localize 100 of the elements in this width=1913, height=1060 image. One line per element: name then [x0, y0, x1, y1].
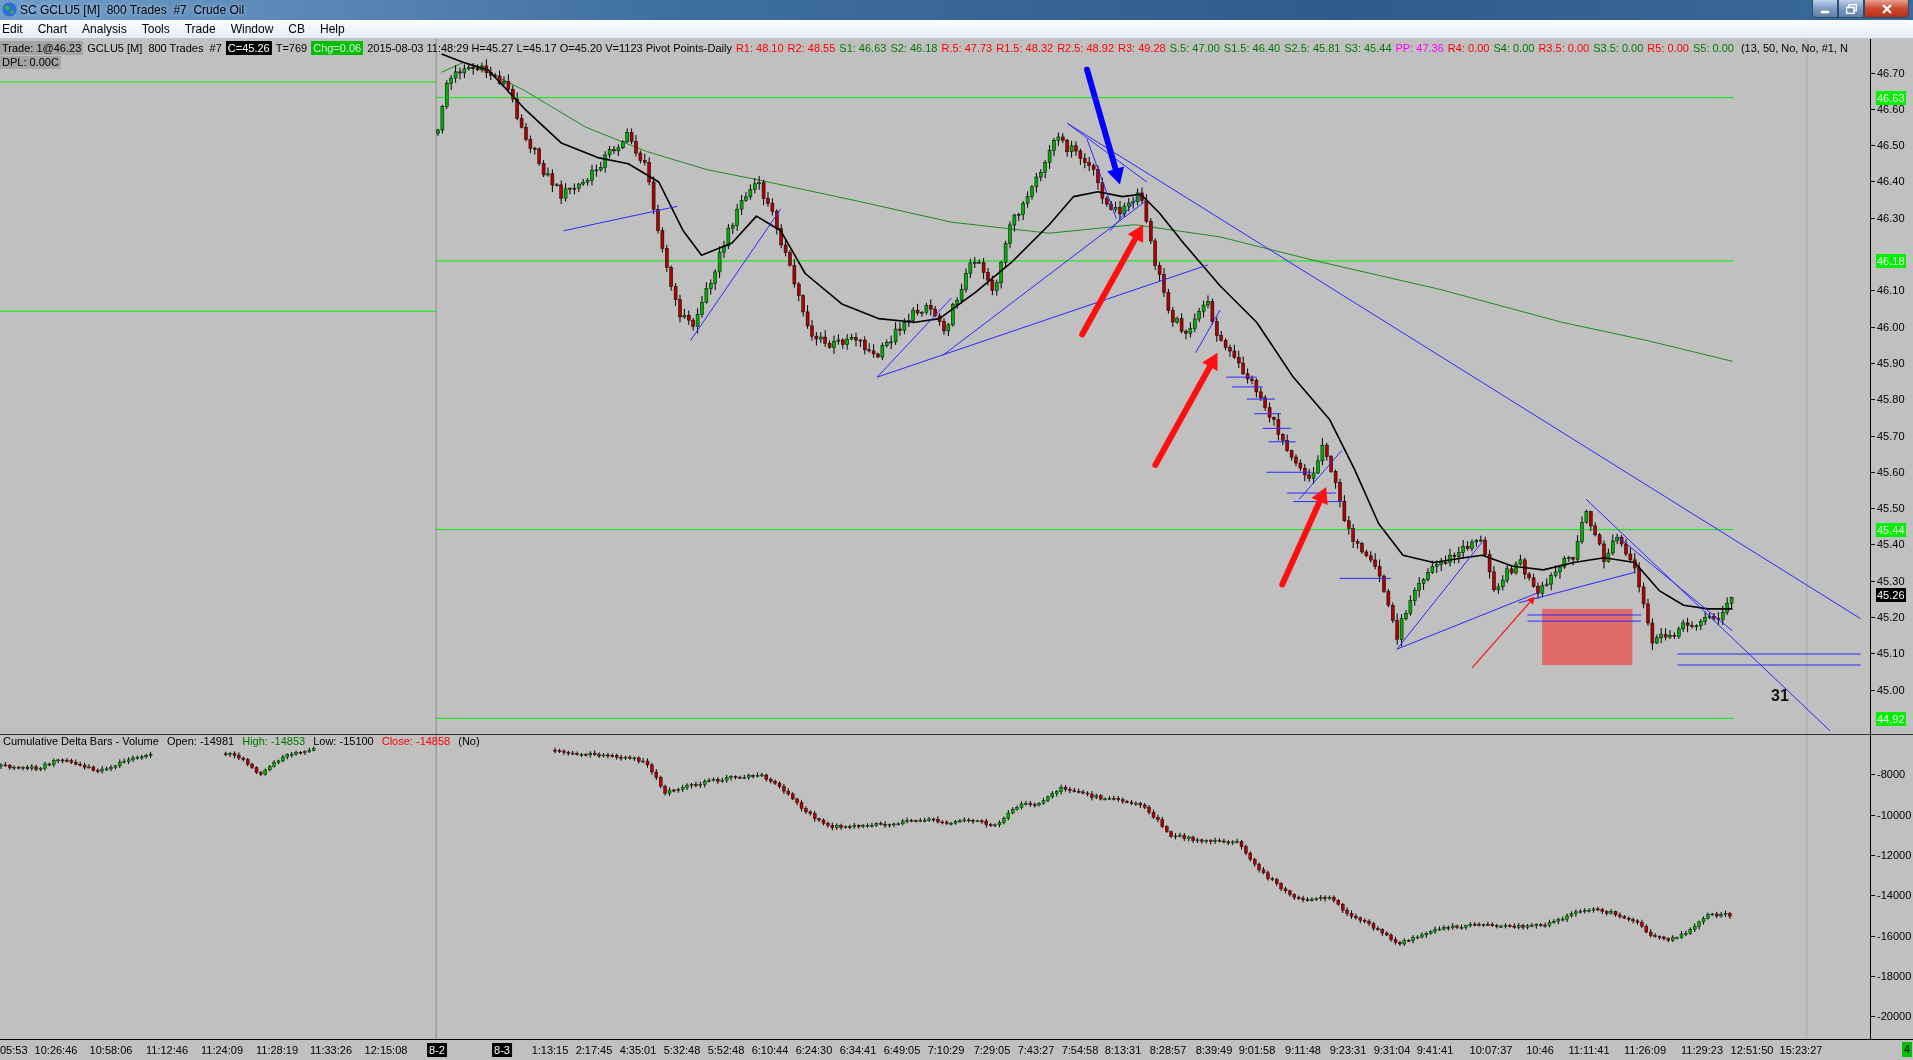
time-axis-label: 5:32:48 — [663, 1043, 701, 1058]
minimize-icon — [1820, 9, 1830, 14]
restore-button[interactable] — [1838, 0, 1864, 18]
pivot-value: S3: 45.44 — [1344, 40, 1392, 55]
study-mode: (No) — [458, 735, 480, 749]
delta-axis-label: -8000 — [1871, 768, 1906, 781]
time-axis-label: 11:26:09 — [1624, 1043, 1666, 1058]
horizontal-ray-line — [1262, 428, 1292, 430]
menu-item[interactable]: Chart — [35, 20, 74, 38]
delta-axis-label: -10000 — [1871, 808, 1912, 821]
horizontal-ray-line — [1286, 492, 1337, 494]
time-axis-label: 5:52:48 — [707, 1043, 745, 1058]
price-axis-label: 45.80 — [1871, 393, 1905, 406]
last-price-tag: 45.26 — [1876, 588, 1906, 603]
restore-icon — [1845, 3, 1857, 14]
time-axis-label: 11:29:23 — [1681, 1043, 1723, 1058]
menu-item[interactable]: Edit — [0, 20, 29, 38]
pivot-value: S.5: 47.00 — [1169, 40, 1220, 55]
pivot-value: R.5: 47.73 — [941, 40, 993, 55]
pivot-value: S2: 46.18 — [890, 40, 938, 55]
horizontal-ray-line — [1268, 441, 1297, 443]
high-value: High: -14853 — [242, 735, 306, 749]
time-axis-label: 9:01:58 — [1238, 1043, 1276, 1058]
time-axis-label: 7:43:27 — [1017, 1043, 1055, 1058]
time-axis-label: 6:49:05 — [883, 1043, 921, 1058]
close-button[interactable] — [1864, 0, 1909, 18]
time-axis-label: 6:24:30 — [795, 1043, 833, 1058]
close-icon — [1881, 3, 1892, 14]
time-axis-label: 12:15:08 — [364, 1043, 408, 1058]
time-axis-label: 05:53 — [0, 1043, 28, 1058]
price-axis-label: 46.70 — [1871, 66, 1905, 79]
time-axis-label: 10:58:06 — [89, 1043, 133, 1058]
date-marker: 8-2 — [427, 1043, 447, 1058]
pivot-value: R2: 48.55 — [787, 40, 836, 55]
change-value: Chg=0.06 — [311, 40, 364, 55]
price-axis-label: 45.30 — [1871, 574, 1905, 587]
annotation-arrow — [1471, 597, 1535, 669]
price-axis-label: 45.20 — [1871, 611, 1905, 623]
price-axis-label: 46.10 — [1871, 284, 1905, 297]
pivot-value: R1.5: 48.32 — [996, 40, 1054, 55]
pivot-value: S1: 46.63 — [839, 40, 887, 55]
pivot-value: R3.5: 0.00 — [1538, 40, 1590, 55]
annotation-label: 31 — [1771, 687, 1789, 706]
menu-item[interactable]: Trade — [182, 20, 222, 38]
price-axis-label: 46.60 — [1871, 102, 1905, 115]
pivot-value: R4: 0.00 — [1447, 40, 1490, 55]
window-title: SC GCLU5 [M] 800 Trades #7 Crude Oil — [20, 2, 245, 17]
price-level-tag: 46.18 — [1876, 254, 1906, 269]
price-axis-label: 45.70 — [1871, 429, 1905, 442]
study-parameters: (13, 50, No, No, #1, N — [1740, 40, 1848, 55]
menu-item[interactable]: Tools — [139, 20, 176, 38]
menu-item[interactable]: Analysis — [80, 20, 133, 38]
status-indicator: 4 — [1901, 1042, 1912, 1058]
horizontal-ray-line — [1339, 578, 1392, 580]
time-axis-label: 12:51:50 — [1730, 1043, 1774, 1058]
pivot-value: R5: 0.00 — [1647, 40, 1689, 55]
minimize-button[interactable] — [1812, 0, 1838, 18]
time-axis-label: 9:31:04 — [1373, 1043, 1411, 1058]
price-axis-label: 45.90 — [1871, 356, 1905, 369]
price-axis-label: 45.50 — [1871, 502, 1905, 515]
time-axis-label: 4:35:01 — [619, 1043, 657, 1058]
delta-axis-label: -16000 — [1871, 929, 1912, 942]
time-axis-label: 8:13:31 — [1104, 1043, 1142, 1058]
time-axis-label: 7:29:05 — [973, 1043, 1011, 1058]
time-axis-label: 10:26:46 — [34, 1043, 78, 1058]
price-axis-label: 45.00 — [1871, 683, 1905, 696]
time-axis-label: 8:39:49 — [1195, 1043, 1233, 1058]
pivot-value: PP: 47.36 — [1395, 40, 1444, 55]
price-level-tag: 45.44 — [1876, 522, 1906, 537]
price-axis-label: 46.50 — [1871, 139, 1905, 152]
menu-item[interactable]: Window — [228, 20, 280, 38]
horizontal-ray-line — [1246, 398, 1276, 400]
time-axis-label: 6:34:41 — [839, 1043, 877, 1058]
study-title: Cumulative Delta Bars - Volume — [3, 735, 159, 749]
time-axis-label: 7:54:58 — [1061, 1043, 1099, 1058]
delta-axis-label: -20000 — [1871, 1010, 1912, 1023]
menu-item[interactable]: CB — [286, 20, 311, 38]
trade-count: T=769 — [275, 40, 308, 55]
horizontal-ray-line — [1292, 501, 1343, 503]
price-level-tag: 44.92 — [1876, 711, 1906, 726]
close-value: Close: -14858 — [381, 735, 451, 749]
horizontal-ray-line — [1265, 472, 1313, 474]
low-value: Low: -15100 — [313, 735, 374, 749]
delta-axis-label: -18000 — [1871, 969, 1912, 982]
time-axis-label: 9:11:48 — [1285, 1043, 1321, 1058]
menu-item[interactable]: Help — [318, 20, 351, 38]
time-axis-label: 10:46 — [1526, 1043, 1554, 1058]
pivot-value: S2.5: 45.81 — [1284, 40, 1341, 55]
time-axis-label: 7:10:29 — [927, 1043, 965, 1058]
pivot-value: R2.5: 48.92 — [1057, 40, 1114, 55]
bar-info-text: 2015-08-03 11:48:29 H=45.27 L=45.17 O=45.20 V=1123 Pivot Points-Daily — [367, 40, 732, 55]
price-axis-label: 46.40 — [1871, 175, 1905, 188]
time-axis-label: 11:24:09 — [201, 1043, 243, 1058]
price-axis-label: 45.60 — [1871, 465, 1905, 478]
pivot-value: S5: 0.00 — [1692, 40, 1734, 55]
time-axis-label: 15:23:27 — [1779, 1043, 1823, 1058]
price-axis-label: 46.30 — [1871, 211, 1905, 224]
time-axis-label: 11:11:41 — [1568, 1043, 1610, 1058]
pivot-value: S3.5: 0.00 — [1593, 40, 1644, 55]
pivot-value: R1: 48.10 — [735, 40, 784, 55]
